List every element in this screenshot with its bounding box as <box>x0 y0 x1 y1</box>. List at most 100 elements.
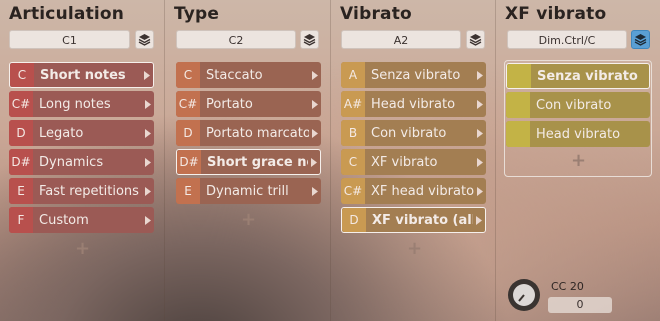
item-label: Senza vibrato <box>537 68 638 84</box>
item-key-label <box>507 64 531 88</box>
item-key-label: D <box>342 208 366 232</box>
list-item[interactable]: C# Portato <box>176 91 321 117</box>
list-item[interactable]: D# Dynamics <box>9 149 154 175</box>
chevron-right-icon <box>142 178 154 204</box>
xf-vibrato-controller-field[interactable]: Dim.Ctrl/C <box>507 30 627 49</box>
list-item[interactable]: C# Long notes <box>9 91 154 117</box>
list-item[interactable]: C# XF head vibrato <box>341 178 486 204</box>
item-key-label: D <box>176 120 200 146</box>
item-label: Long notes <box>39 96 111 112</box>
list-item[interactable]: Head vibrato <box>506 121 650 147</box>
list-item[interactable]: C Staccato <box>176 62 321 88</box>
list-item[interactable]: E Fast repetitions <box>9 178 154 204</box>
item-key-label: C# <box>9 91 33 117</box>
chevron-right-icon <box>474 91 486 117</box>
chevron-right-icon <box>474 149 486 175</box>
layers-icon <box>138 34 151 46</box>
item-label: XF head vibrato <box>371 183 474 199</box>
list-item[interactable]: Con vibrato <box>506 92 650 118</box>
item-key-label: C# <box>341 178 365 204</box>
articulation-add-button[interactable]: + <box>75 238 90 259</box>
vibrato-trigger-field[interactable]: A2 <box>341 30 461 49</box>
item-key-label <box>506 92 530 118</box>
xf-vibrato-title: XF vibrato <box>505 4 607 24</box>
item-label: Short grace note <box>207 154 308 170</box>
chevron-right-icon <box>142 120 154 146</box>
item-key-label: C <box>10 63 34 87</box>
item-key-label: C <box>341 149 365 175</box>
cc-knob[interactable] <box>506 277 542 313</box>
xf-vibrato-add-button[interactable]: + <box>571 150 586 171</box>
chevron-right-icon <box>309 91 321 117</box>
item-label: Portato marcato <box>206 125 309 141</box>
item-label: XF vibrato (all) <box>372 212 473 228</box>
chevron-right-icon <box>142 207 154 233</box>
articulation-trigger-field[interactable]: C1 <box>9 30 130 49</box>
item-label: Head vibrato <box>536 126 621 142</box>
item-key-label: B <box>341 120 365 146</box>
item-label: Dynamics <box>39 154 104 170</box>
item-label: Head vibrato <box>371 96 456 112</box>
list-item[interactable]: E Dynamic trill <box>176 178 321 204</box>
item-key-label: A# <box>341 91 365 117</box>
item-label: Staccato <box>206 67 263 83</box>
list-item[interactable]: A# Head vibrato <box>341 91 486 117</box>
chevron-right-icon <box>474 178 486 204</box>
item-label: XF vibrato <box>371 154 438 170</box>
chevron-right-icon <box>474 120 486 146</box>
articulation-title: Articulation <box>9 4 125 24</box>
item-label: Legato <box>39 125 84 141</box>
type-title: Type <box>174 4 220 24</box>
chevron-right-icon <box>141 63 153 87</box>
item-key-label: E <box>176 178 200 204</box>
list-item[interactable]: A Senza vibrato <box>341 62 486 88</box>
vibrato-layers-button[interactable] <box>466 30 485 49</box>
list-item[interactable]: D Legato <box>9 120 154 146</box>
vibrato-title: Vibrato <box>340 4 412 24</box>
item-label: Custom <box>39 212 89 228</box>
type-trigger-field[interactable]: C2 <box>176 30 296 49</box>
item-label: Con vibrato <box>536 97 612 113</box>
item-key-label: D# <box>9 149 33 175</box>
chevron-right-icon <box>473 208 485 232</box>
item-key-label: D <box>9 120 33 146</box>
list-item[interactable]: D# Short grace note <box>176 149 321 175</box>
item-label: Dynamic trill <box>206 183 289 199</box>
list-item[interactable]: F Custom <box>9 207 154 233</box>
chevron-right-icon <box>142 91 154 117</box>
item-label: Portato <box>206 96 253 112</box>
chevron-right-icon <box>142 149 154 175</box>
cc-label: CC 20 <box>551 280 584 293</box>
list-item[interactable]: Senza vibrato <box>506 63 650 89</box>
chevron-right-icon <box>308 150 320 174</box>
type-layers-button[interactable] <box>300 30 319 49</box>
type-column: Type C2 C Staccato C# Portato D Portato marca… <box>164 0 330 321</box>
xf-vibrato-layers-button[interactable] <box>631 30 650 49</box>
list-item[interactable]: C Short notes <box>9 62 154 88</box>
list-item[interactable]: C XF vibrato <box>341 149 486 175</box>
chevron-right-icon <box>309 178 321 204</box>
layers-icon <box>469 34 482 46</box>
item-key-label: C <box>176 62 200 88</box>
type-add-button[interactable]: + <box>241 209 256 230</box>
layers-icon <box>303 34 316 46</box>
articulation-layers-button[interactable] <box>135 30 154 49</box>
list-item[interactable]: D Portato marcato <box>176 120 321 146</box>
item-label: Short notes <box>40 67 126 83</box>
vibrato-add-button[interactable]: + <box>407 238 422 259</box>
chevron-right-icon <box>309 62 321 88</box>
list-item[interactable]: B Con vibrato <box>341 120 486 146</box>
item-key-label: D# <box>177 150 201 174</box>
item-key-label: F <box>9 207 33 233</box>
cc-value-field[interactable]: 0 <box>548 297 612 313</box>
xf-vibrato-layer-group: Senza vibrato Con vibrato Head vibrato + <box>504 60 652 177</box>
item-key-label: C# <box>176 91 200 117</box>
item-label: Con vibrato <box>371 125 447 141</box>
layers-icon <box>634 34 647 46</box>
item-key-label: A <box>341 62 365 88</box>
list-item[interactable]: D XF vibrato (all) <box>341 207 486 233</box>
item-key-label <box>506 121 530 147</box>
articulation-column: Articulation C1 C Short notes C# Long notes… <box>0 0 163 321</box>
vibrato-column: Vibrato A2 A Senza vibrato A# Head vibrato B… <box>330 0 495 321</box>
chevron-right-icon <box>309 120 321 146</box>
